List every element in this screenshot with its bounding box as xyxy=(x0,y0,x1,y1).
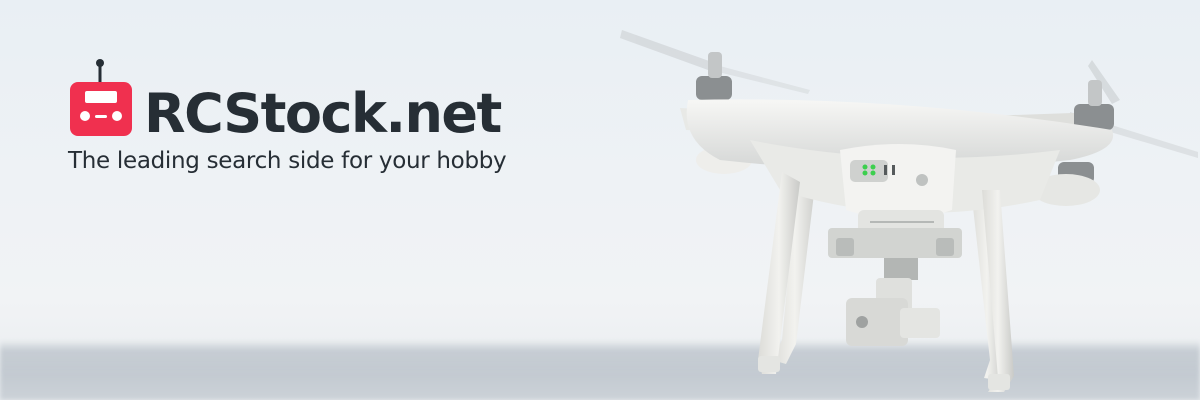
logo[interactable]: RCStock.net xyxy=(68,58,502,145)
brand-name: RCStock.net xyxy=(144,82,502,145)
rc-transmitter-icon xyxy=(70,59,132,136)
hero-banner: RCStock.net The leading search side for … xyxy=(0,0,1200,400)
tagline: The leading search side for your hobby xyxy=(68,148,507,174)
drone-icon xyxy=(620,30,1198,392)
